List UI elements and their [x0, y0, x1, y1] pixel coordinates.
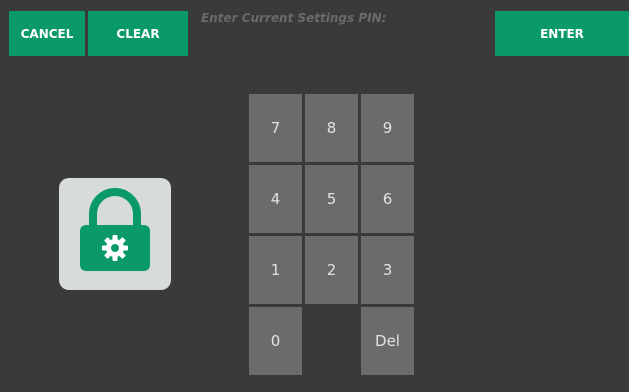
key-1[interactable]: 1	[249, 236, 302, 304]
top-toolbar: CANCEL CLEAR Enter Current Settings PIN:…	[9, 11, 629, 56]
key-8[interactable]: 8	[305, 94, 358, 162]
key-3[interactable]: 3	[361, 236, 414, 304]
lock-settings-tile	[59, 178, 171, 290]
key-0[interactable]: 0	[249, 307, 302, 375]
pin-entry-screen: CANCEL CLEAR Enter Current Settings PIN:…	[0, 0, 629, 392]
pin-prompt: Enter Current Settings PIN:	[201, 11, 387, 25]
numeric-keypad: 7 8 9 4 5 6 1 2 3 0 Del	[249, 94, 415, 376]
lock-gear-icon	[80, 188, 150, 271]
key-4[interactable]: 4	[249, 165, 302, 233]
key-7[interactable]: 7	[249, 94, 302, 162]
key-9[interactable]: 9	[361, 94, 414, 162]
key-2[interactable]: 2	[305, 236, 358, 304]
key-5[interactable]: 5	[305, 165, 358, 233]
enter-button[interactable]: ENTER	[495, 11, 629, 56]
cancel-button[interactable]: CANCEL	[9, 11, 85, 56]
clear-button[interactable]: CLEAR	[88, 11, 188, 56]
key-6[interactable]: 6	[361, 165, 414, 233]
delete-key[interactable]: Del	[361, 307, 414, 375]
